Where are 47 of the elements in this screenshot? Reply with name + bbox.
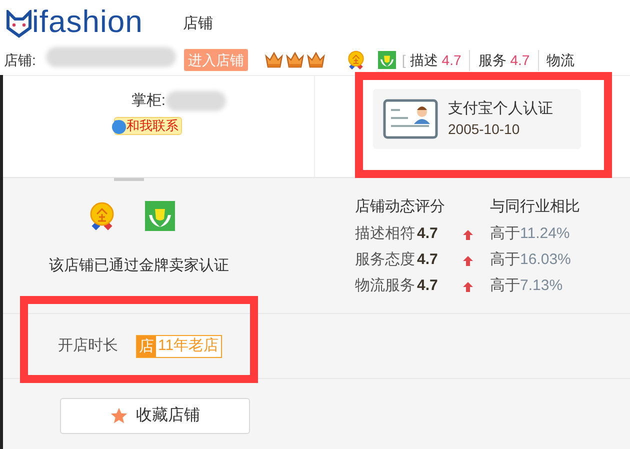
compare-value: 16.03%: [520, 250, 571, 270]
up-arrow-icon: [463, 256, 473, 266]
shop-age-label: 开店时长: [58, 336, 118, 356]
score-value: 4.7: [510, 50, 530, 70]
owner-label: 掌柜:: [131, 91, 166, 111]
compare-value: 7.13%: [520, 276, 563, 296]
logo-text: ifashion: [32, 3, 143, 41]
crown-icon: [306, 50, 326, 70]
rating-score: 4.7: [417, 250, 439, 270]
certified-seller-text: 该店铺已通过金牌卖家认证: [49, 256, 229, 276]
rating-label: 描述相符: [355, 224, 416, 244]
compare-label: 高于: [490, 276, 520, 296]
cat-logo-icon: [6, 10, 32, 38]
certification-date: 2005-10-10: [448, 120, 521, 139]
medal-icon: [346, 50, 366, 70]
score-label: 描述: [410, 50, 438, 70]
crown-icon: [264, 50, 284, 70]
compare-heading: 与同行业相比: [490, 197, 580, 217]
bracket: [: [402, 50, 406, 70]
blurred-name: [166, 91, 226, 112]
rating-label: 物流服务: [355, 276, 416, 296]
enter-shop-button[interactable]: 进入店铺: [184, 49, 248, 71]
rating-heading: 店铺动态评分: [355, 197, 446, 217]
shop-age-text: 11年老店: [157, 336, 220, 356]
contact-button[interactable]: 和我联系: [114, 116, 182, 134]
score-value: 4.7: [442, 50, 462, 70]
up-arrow-icon: [463, 282, 473, 292]
shield-hands-icon: [378, 51, 396, 69]
rating-score: 4.7: [417, 224, 439, 244]
certification-title: 支付宝个人认证: [448, 99, 553, 119]
star-icon: [110, 407, 128, 425]
shop-badge-icon: 店: [137, 336, 156, 356]
crown-icon: [284, 50, 305, 70]
score-label: 物流: [546, 50, 575, 70]
score-label: 服务: [478, 50, 506, 70]
chat-bubble-icon: [110, 118, 126, 134]
up-arrow-icon: [463, 230, 473, 240]
shield-hands-icon: [145, 201, 175, 231]
page-title: 店铺: [182, 14, 213, 34]
compare-label: 高于: [490, 224, 520, 244]
shop-label: 店铺:: [4, 50, 36, 70]
compare-label: 高于: [490, 250, 520, 270]
id-card-icon: [383, 99, 438, 139]
favorite-shop-button[interactable]: 收藏店铺: [60, 398, 250, 434]
compare-value: 11.24%: [520, 224, 570, 244]
rating-score: 4.7: [417, 276, 439, 296]
rating-label: 服务态度: [355, 250, 416, 270]
